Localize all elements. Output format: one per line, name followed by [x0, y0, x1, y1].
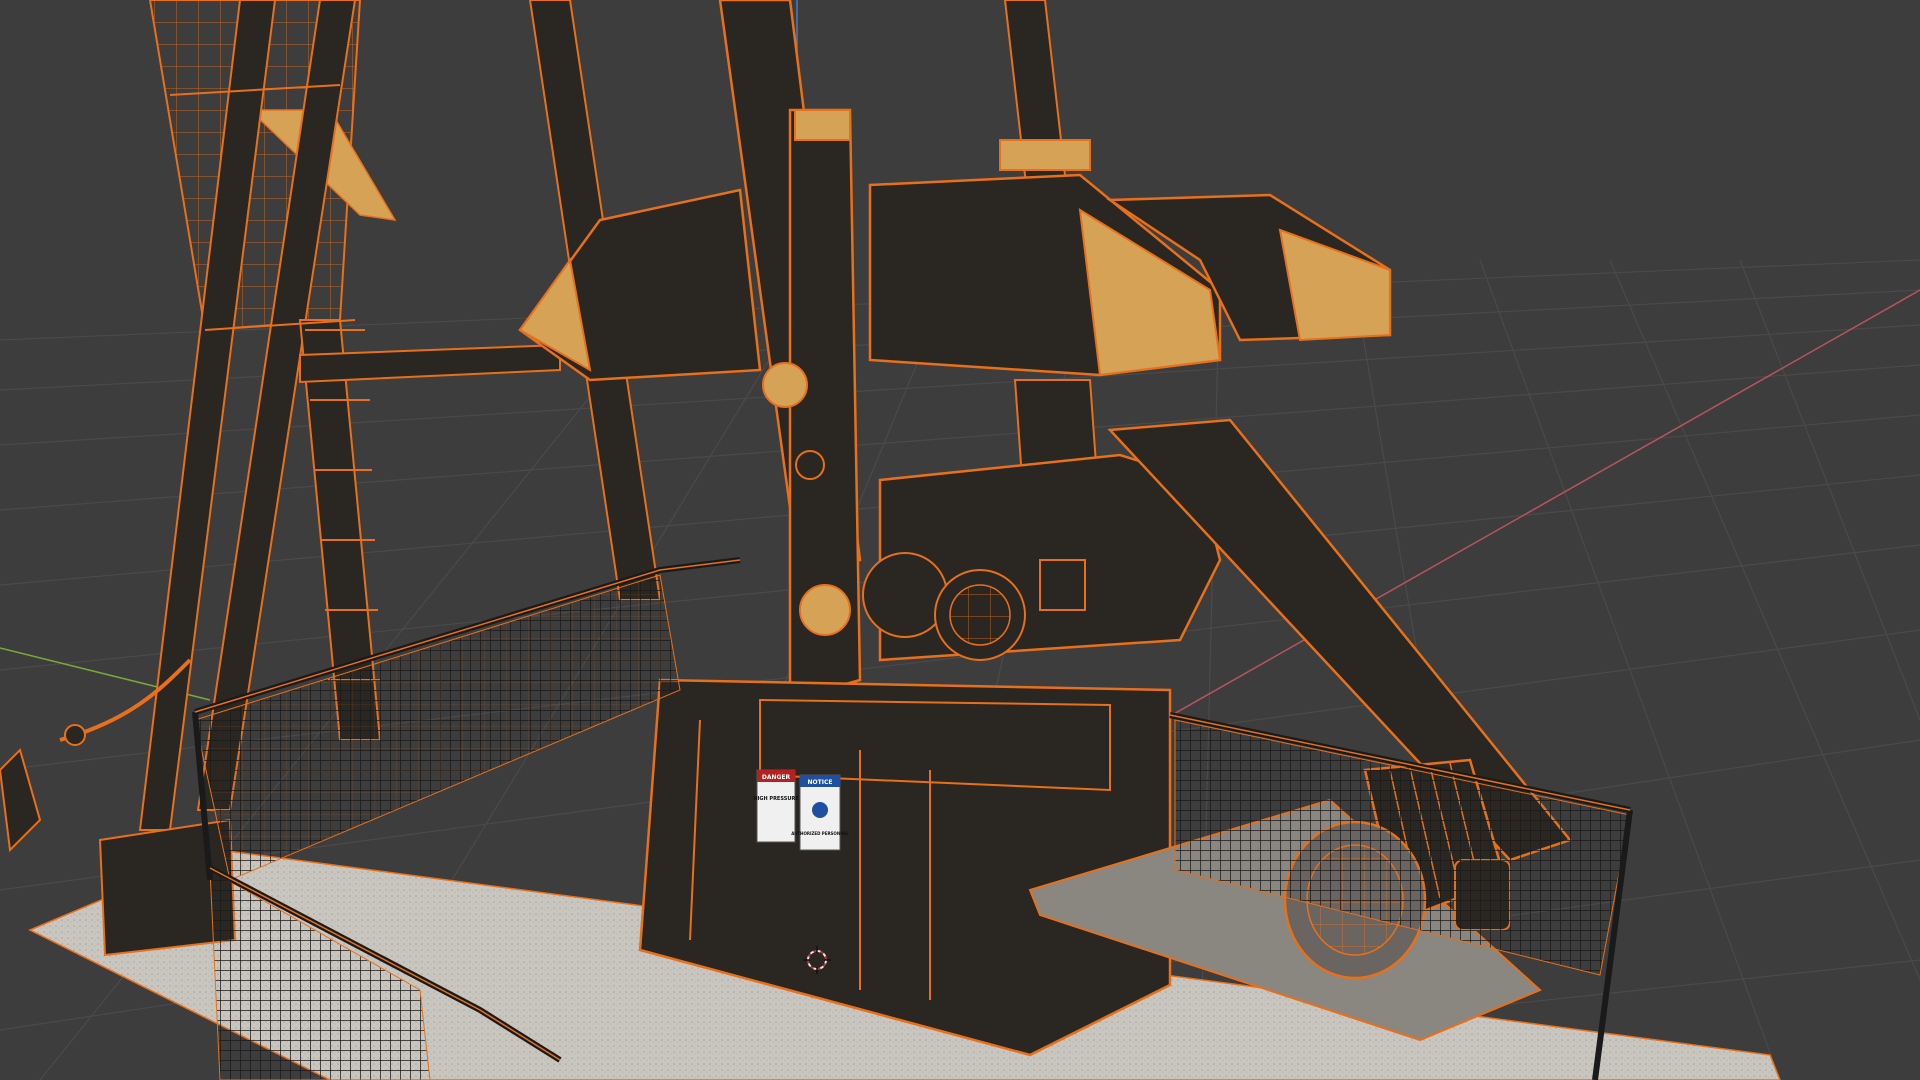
notice-sign-body: AUTHORIZED PERSONNEL [791, 831, 849, 836]
danger-sign-header: DANGER [762, 774, 791, 781]
3d-viewport[interactable]: DANGER HIGH PRESSURE NOTICE AUTHORIZED P… [0, 0, 1920, 1080]
danger-sign-body: HIGH PRESSURE [753, 796, 799, 802]
viewport-scene[interactable]: DANGER HIGH PRESSURE NOTICE AUTHORIZED P… [0, 0, 1920, 1080]
notice-sign-header: NOTICE [808, 779, 833, 786]
counterweights [518, 173, 1392, 382]
